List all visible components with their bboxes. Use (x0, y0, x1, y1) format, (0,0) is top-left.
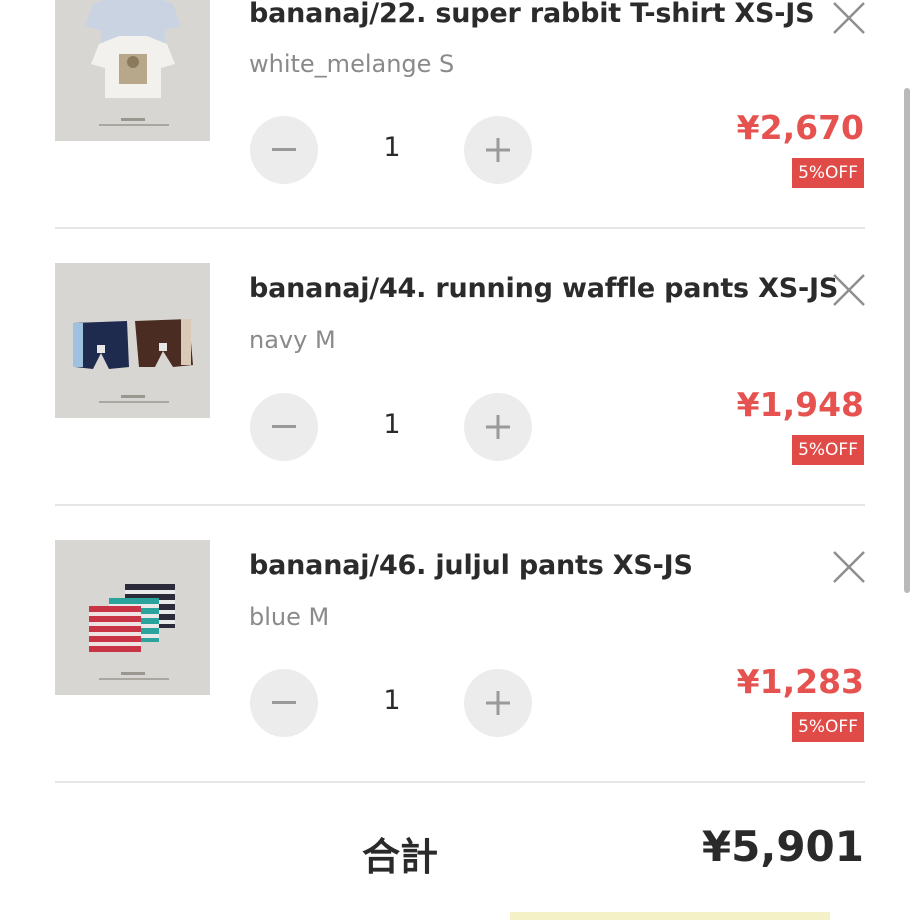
minus-icon (272, 425, 296, 428)
close-icon (833, 2, 865, 34)
item-price: ¥2,670 (736, 108, 864, 147)
product-image-shorts[interactable] (55, 263, 210, 418)
increase-quantity-button[interactable] (464, 116, 532, 184)
discount-badge: 5%OFF (792, 712, 864, 742)
item-variant: blue M (249, 603, 330, 631)
item-price: ¥1,948 (736, 385, 864, 424)
increase-quantity-button[interactable] (464, 669, 532, 737)
quantity-value: 1 (383, 685, 401, 716)
scrollbar[interactable] (904, 88, 910, 593)
item-title[interactable]: bananaj/44. running waffle pants XS-JS (249, 273, 838, 304)
item-title[interactable]: bananaj/46. juljul pants XS-JS (249, 550, 693, 581)
close-icon (833, 551, 865, 583)
discount-badge: 5%OFF (792, 435, 864, 465)
quantity-value: 1 (383, 132, 401, 163)
increase-quantity-button[interactable] (464, 393, 532, 461)
item-variant: white_melange S (249, 50, 455, 78)
remove-item-button[interactable] (830, 548, 868, 586)
minus-icon (272, 148, 296, 151)
decrease-quantity-button[interactable] (250, 393, 318, 461)
decrease-quantity-button[interactable] (250, 669, 318, 737)
plus-icon (486, 415, 510, 439)
minus-icon (272, 701, 296, 704)
cart-item: bananaj/44. running waffle pants XS-JS n… (0, 229, 920, 506)
bottom-banner-edge (510, 912, 830, 920)
decrease-quantity-button[interactable] (250, 116, 318, 184)
discount-badge: 5%OFF (792, 158, 864, 188)
cart-item: bananaj/22. super rabbit T-shirt XS-JS w… (0, 0, 920, 229)
product-image-striped-shorts[interactable] (55, 540, 210, 695)
plus-icon (486, 138, 510, 162)
remove-item-button[interactable] (830, 271, 868, 309)
cart-item: bananaj/46. juljul pants XS-JS blue M 1 … (0, 506, 920, 783)
item-variant: navy M (249, 326, 336, 354)
total-amount: ¥5,901 (701, 822, 864, 871)
plus-icon (486, 691, 510, 715)
close-icon (833, 274, 865, 306)
quantity-value: 1 (383, 409, 401, 440)
product-image-tshirt[interactable] (55, 0, 210, 141)
cart-page: bananaj/22. super rabbit T-shirt XS-JS w… (0, 0, 920, 920)
divider (55, 781, 865, 783)
item-title[interactable]: bananaj/22. super rabbit T-shirt XS-JS (249, 0, 815, 29)
remove-item-button[interactable] (830, 0, 868, 37)
total-label: 合計 (362, 835, 439, 879)
item-price: ¥1,283 (736, 662, 864, 701)
